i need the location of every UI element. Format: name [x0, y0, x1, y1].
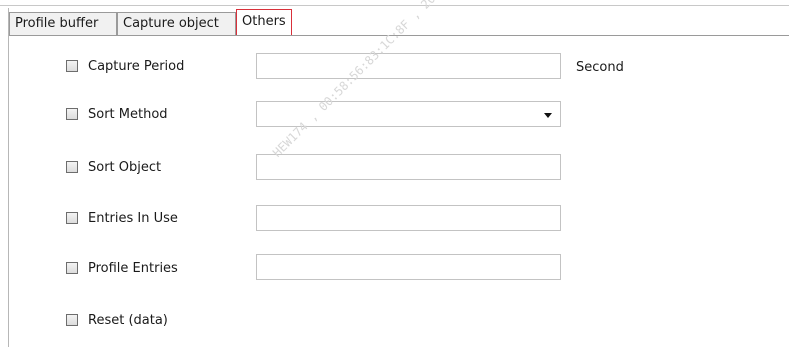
reset-data-label: Reset (data) [88, 312, 168, 328]
capture-period-input[interactable] [257, 54, 560, 78]
profile-entries-input[interactable] [257, 255, 560, 279]
reset-data-checkbox[interactable] [66, 314, 78, 326]
sort-method-row: Sort Method [66, 106, 168, 122]
entries-in-use-label: Entries In Use [88, 210, 178, 226]
profile-entries-checkbox[interactable] [66, 262, 78, 274]
entries-in-use-field[interactable] [256, 205, 561, 231]
profile-entries-label: Profile Entries [88, 260, 178, 276]
profile-entries-row: Profile Entries [66, 260, 178, 276]
capture-period-label: Capture Period [88, 58, 185, 74]
chevron-down-icon[interactable] [544, 113, 552, 118]
sort-method-dropdown[interactable] [256, 101, 561, 127]
left-divider [8, 8, 9, 347]
reset-data-row: Reset (data) [66, 312, 168, 328]
sort-method-checkbox[interactable] [66, 108, 78, 120]
entries-in-use-row: Entries In Use [66, 210, 178, 226]
capture-period-checkbox[interactable] [66, 60, 78, 72]
sort-object-checkbox[interactable] [66, 161, 78, 173]
capture-period-field[interactable] [256, 53, 561, 79]
capture-period-row: Capture Period [66, 58, 184, 74]
sort-object-label: Sort Object [88, 159, 162, 175]
profile-entries-field[interactable] [256, 254, 561, 280]
watermark-text: HEW174 , 00:58:56:83:1C:8F , 2020-12- [270, 0, 469, 160]
sort-method-label: Sort Method [88, 106, 168, 122]
tabbed-panel: Profile buffer Capture object Others Cap… [0, 0, 789, 347]
sort-object-field[interactable] [256, 154, 561, 180]
tab-profile-buffer[interactable]: Profile buffer [9, 12, 117, 35]
capture-period-unit: Second [576, 60, 624, 75]
tab-baseline [9, 35, 789, 36]
sort-object-row: Sort Object [66, 159, 161, 175]
tab-capture-object[interactable]: Capture object [117, 12, 236, 35]
top-divider [0, 5, 789, 6]
sort-object-input[interactable] [257, 155, 560, 179]
entries-in-use-input[interactable] [257, 206, 560, 230]
entries-in-use-checkbox[interactable] [66, 212, 78, 224]
tab-others[interactable]: Others [236, 9, 292, 36]
